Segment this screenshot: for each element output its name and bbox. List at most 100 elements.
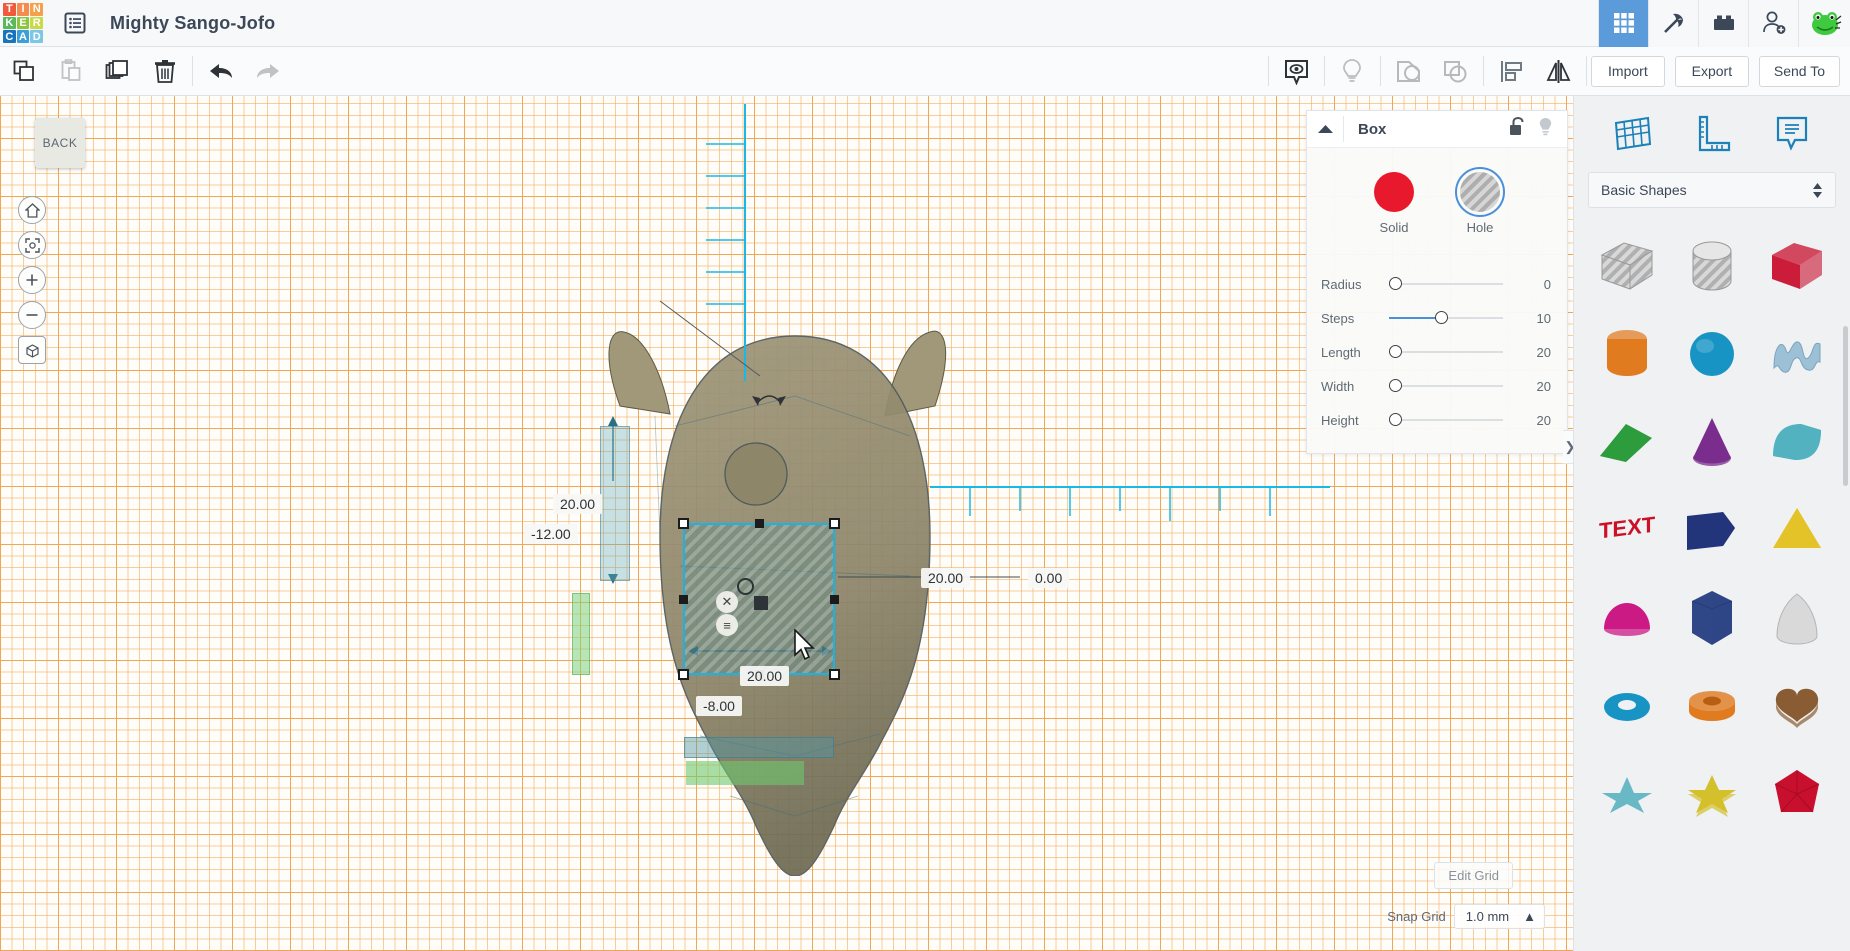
duplicate-button[interactable] bbox=[94, 47, 141, 96]
shape-tube[interactable] bbox=[1669, 662, 1754, 750]
chevron-up-icon[interactable] bbox=[1307, 124, 1343, 134]
workplane-tab[interactable] bbox=[1604, 106, 1660, 162]
resize-handle-tr[interactable] bbox=[829, 518, 840, 529]
shape-roof[interactable] bbox=[1755, 398, 1840, 486]
property-value-steps[interactable]: 10 bbox=[1537, 311, 1567, 326]
width-drag-bar[interactable] bbox=[684, 737, 834, 758]
shape-extrusion[interactable] bbox=[1669, 486, 1754, 574]
dim-y-offset-label[interactable]: -12.00 bbox=[524, 524, 578, 544]
property-value-height[interactable]: 20 bbox=[1537, 413, 1567, 428]
view-cube-back[interactable]: BACK bbox=[35, 118, 85, 168]
rotate-handle[interactable] bbox=[737, 578, 754, 595]
shape-category-select[interactable]: Basic Shapes bbox=[1588, 172, 1836, 208]
shape-torus[interactable] bbox=[1584, 662, 1669, 750]
property-value-length[interactable]: 20 bbox=[1537, 345, 1567, 360]
zoom-out-button[interactable] bbox=[18, 301, 46, 329]
grid-view-icon[interactable] bbox=[1598, 0, 1648, 47]
resize-handle-left[interactable] bbox=[679, 595, 688, 604]
dim-length-label[interactable]: 20.00 bbox=[921, 568, 971, 588]
document-title[interactable]: Mighty Sango-Jofo bbox=[110, 13, 275, 34]
edit-grid-button[interactable]: Edit Grid bbox=[1434, 862, 1513, 889]
mirror-icon[interactable] bbox=[1535, 47, 1582, 96]
send-to-button[interactable]: Send To bbox=[1758, 55, 1840, 87]
home-view-button[interactable] bbox=[18, 196, 46, 224]
pickaxe-icon[interactable] bbox=[1648, 0, 1698, 47]
property-slider-length[interactable] bbox=[1389, 345, 1503, 359]
slider-knob[interactable] bbox=[1389, 413, 1402, 426]
resize-handle-bl[interactable] bbox=[678, 669, 689, 680]
brick-icon[interactable] bbox=[1698, 0, 1748, 47]
snap-grid-select[interactable]: 1.0 mm ▲ bbox=[1453, 904, 1545, 929]
notes-tab[interactable] bbox=[1764, 106, 1820, 162]
dim-z-label[interactable]: 0.00 bbox=[1028, 568, 1070, 588]
shape-paraboloid[interactable] bbox=[1755, 574, 1840, 662]
fit-all-button[interactable] bbox=[18, 231, 46, 259]
resize-handle-top[interactable] bbox=[755, 519, 764, 528]
shape-menu-icon[interactable]: ≡ bbox=[716, 614, 738, 636]
height-handle[interactable] bbox=[754, 596, 768, 610]
ungroup-icon[interactable] bbox=[1432, 47, 1479, 96]
slider-knob[interactable] bbox=[1434, 311, 1448, 324]
lightbulb-icon[interactable] bbox=[1329, 47, 1376, 96]
shape-sphere[interactable] bbox=[1669, 310, 1754, 398]
slider-knob[interactable] bbox=[1389, 379, 1402, 392]
sidebar-scrollbar[interactable] bbox=[1843, 326, 1848, 486]
hole-option[interactable]: Hole bbox=[1455, 167, 1505, 235]
resize-handle-right[interactable] bbox=[830, 595, 839, 604]
zoom-in-button[interactable] bbox=[18, 266, 46, 294]
group-icon[interactable] bbox=[1385, 47, 1432, 96]
shape-text[interactable]: TEXT bbox=[1584, 486, 1669, 574]
shape-polygon[interactable] bbox=[1669, 574, 1754, 662]
ortho-perspective-button[interactable] bbox=[18, 336, 46, 364]
list-menu-icon[interactable] bbox=[58, 6, 92, 40]
shape-star-cone[interactable] bbox=[1584, 750, 1669, 838]
property-value-radius[interactable]: 0 bbox=[1544, 277, 1567, 292]
undo-button[interactable] bbox=[197, 47, 244, 96]
shape-scribble[interactable] bbox=[1755, 310, 1840, 398]
shape-box-hole[interactable] bbox=[1584, 222, 1669, 310]
unlock-icon[interactable] bbox=[1509, 116, 1526, 141]
shape-star[interactable] bbox=[1669, 750, 1754, 838]
dim-x-offset-label[interactable]: -8.00 bbox=[696, 696, 742, 716]
property-slider-height[interactable] bbox=[1389, 413, 1503, 427]
shape-box[interactable] bbox=[1755, 222, 1840, 310]
delete-shape-icon[interactable]: ✕ bbox=[716, 591, 738, 613]
dim-width-label[interactable]: 20.00 bbox=[740, 666, 790, 686]
shape-half-sphere[interactable] bbox=[1584, 574, 1669, 662]
shape-cylinder-hole[interactable] bbox=[1669, 222, 1754, 310]
hole-swatch[interactable] bbox=[1455, 167, 1505, 217]
property-slider-width[interactable] bbox=[1389, 379, 1503, 393]
export-button[interactable]: Export bbox=[1674, 55, 1749, 87]
selected-shape-box[interactable] bbox=[678, 518, 840, 680]
resize-handle-tl[interactable] bbox=[678, 518, 689, 529]
redo-button[interactable] bbox=[244, 47, 291, 96]
delete-button[interactable] bbox=[141, 47, 188, 96]
frog-avatar[interactable] bbox=[1798, 0, 1850, 47]
shape-pyramid[interactable] bbox=[1755, 486, 1840, 574]
dim-height-label[interactable]: 20.00 bbox=[553, 494, 603, 514]
solid-option[interactable]: Solid bbox=[1374, 172, 1414, 235]
show-hide-icon[interactable] bbox=[1273, 47, 1320, 96]
resize-handle-br[interactable] bbox=[829, 669, 840, 680]
align-icon[interactable] bbox=[1488, 47, 1535, 96]
property-slider-steps[interactable] bbox=[1389, 311, 1503, 325]
tinkercad-logo[interactable]: TIN KER CAD bbox=[0, 0, 46, 46]
paste-button[interactable] bbox=[47, 47, 94, 96]
import-button[interactable]: Import bbox=[1590, 55, 1665, 87]
shape-polyhedron[interactable] bbox=[1755, 750, 1840, 838]
solid-swatch[interactable] bbox=[1374, 172, 1414, 212]
copy-button[interactable] bbox=[0, 47, 47, 96]
property-slider-radius[interactable] bbox=[1389, 277, 1503, 291]
property-value-width[interactable]: 20 bbox=[1537, 379, 1567, 394]
shape-wedge[interactable] bbox=[1584, 398, 1669, 486]
shape-cone[interactable] bbox=[1669, 398, 1754, 486]
height-drag-ruler[interactable] bbox=[572, 593, 590, 675]
width-green-ruler[interactable] bbox=[686, 761, 804, 785]
add-person-icon[interactable] bbox=[1748, 0, 1798, 47]
slider-knob[interactable] bbox=[1389, 345, 1402, 358]
shape-heart[interactable] bbox=[1755, 662, 1840, 750]
ruler-tab[interactable] bbox=[1684, 106, 1740, 162]
slider-knob[interactable] bbox=[1389, 277, 1402, 290]
lightbulb-icon[interactable] bbox=[1538, 117, 1553, 141]
shape-cylinder[interactable] bbox=[1584, 310, 1669, 398]
